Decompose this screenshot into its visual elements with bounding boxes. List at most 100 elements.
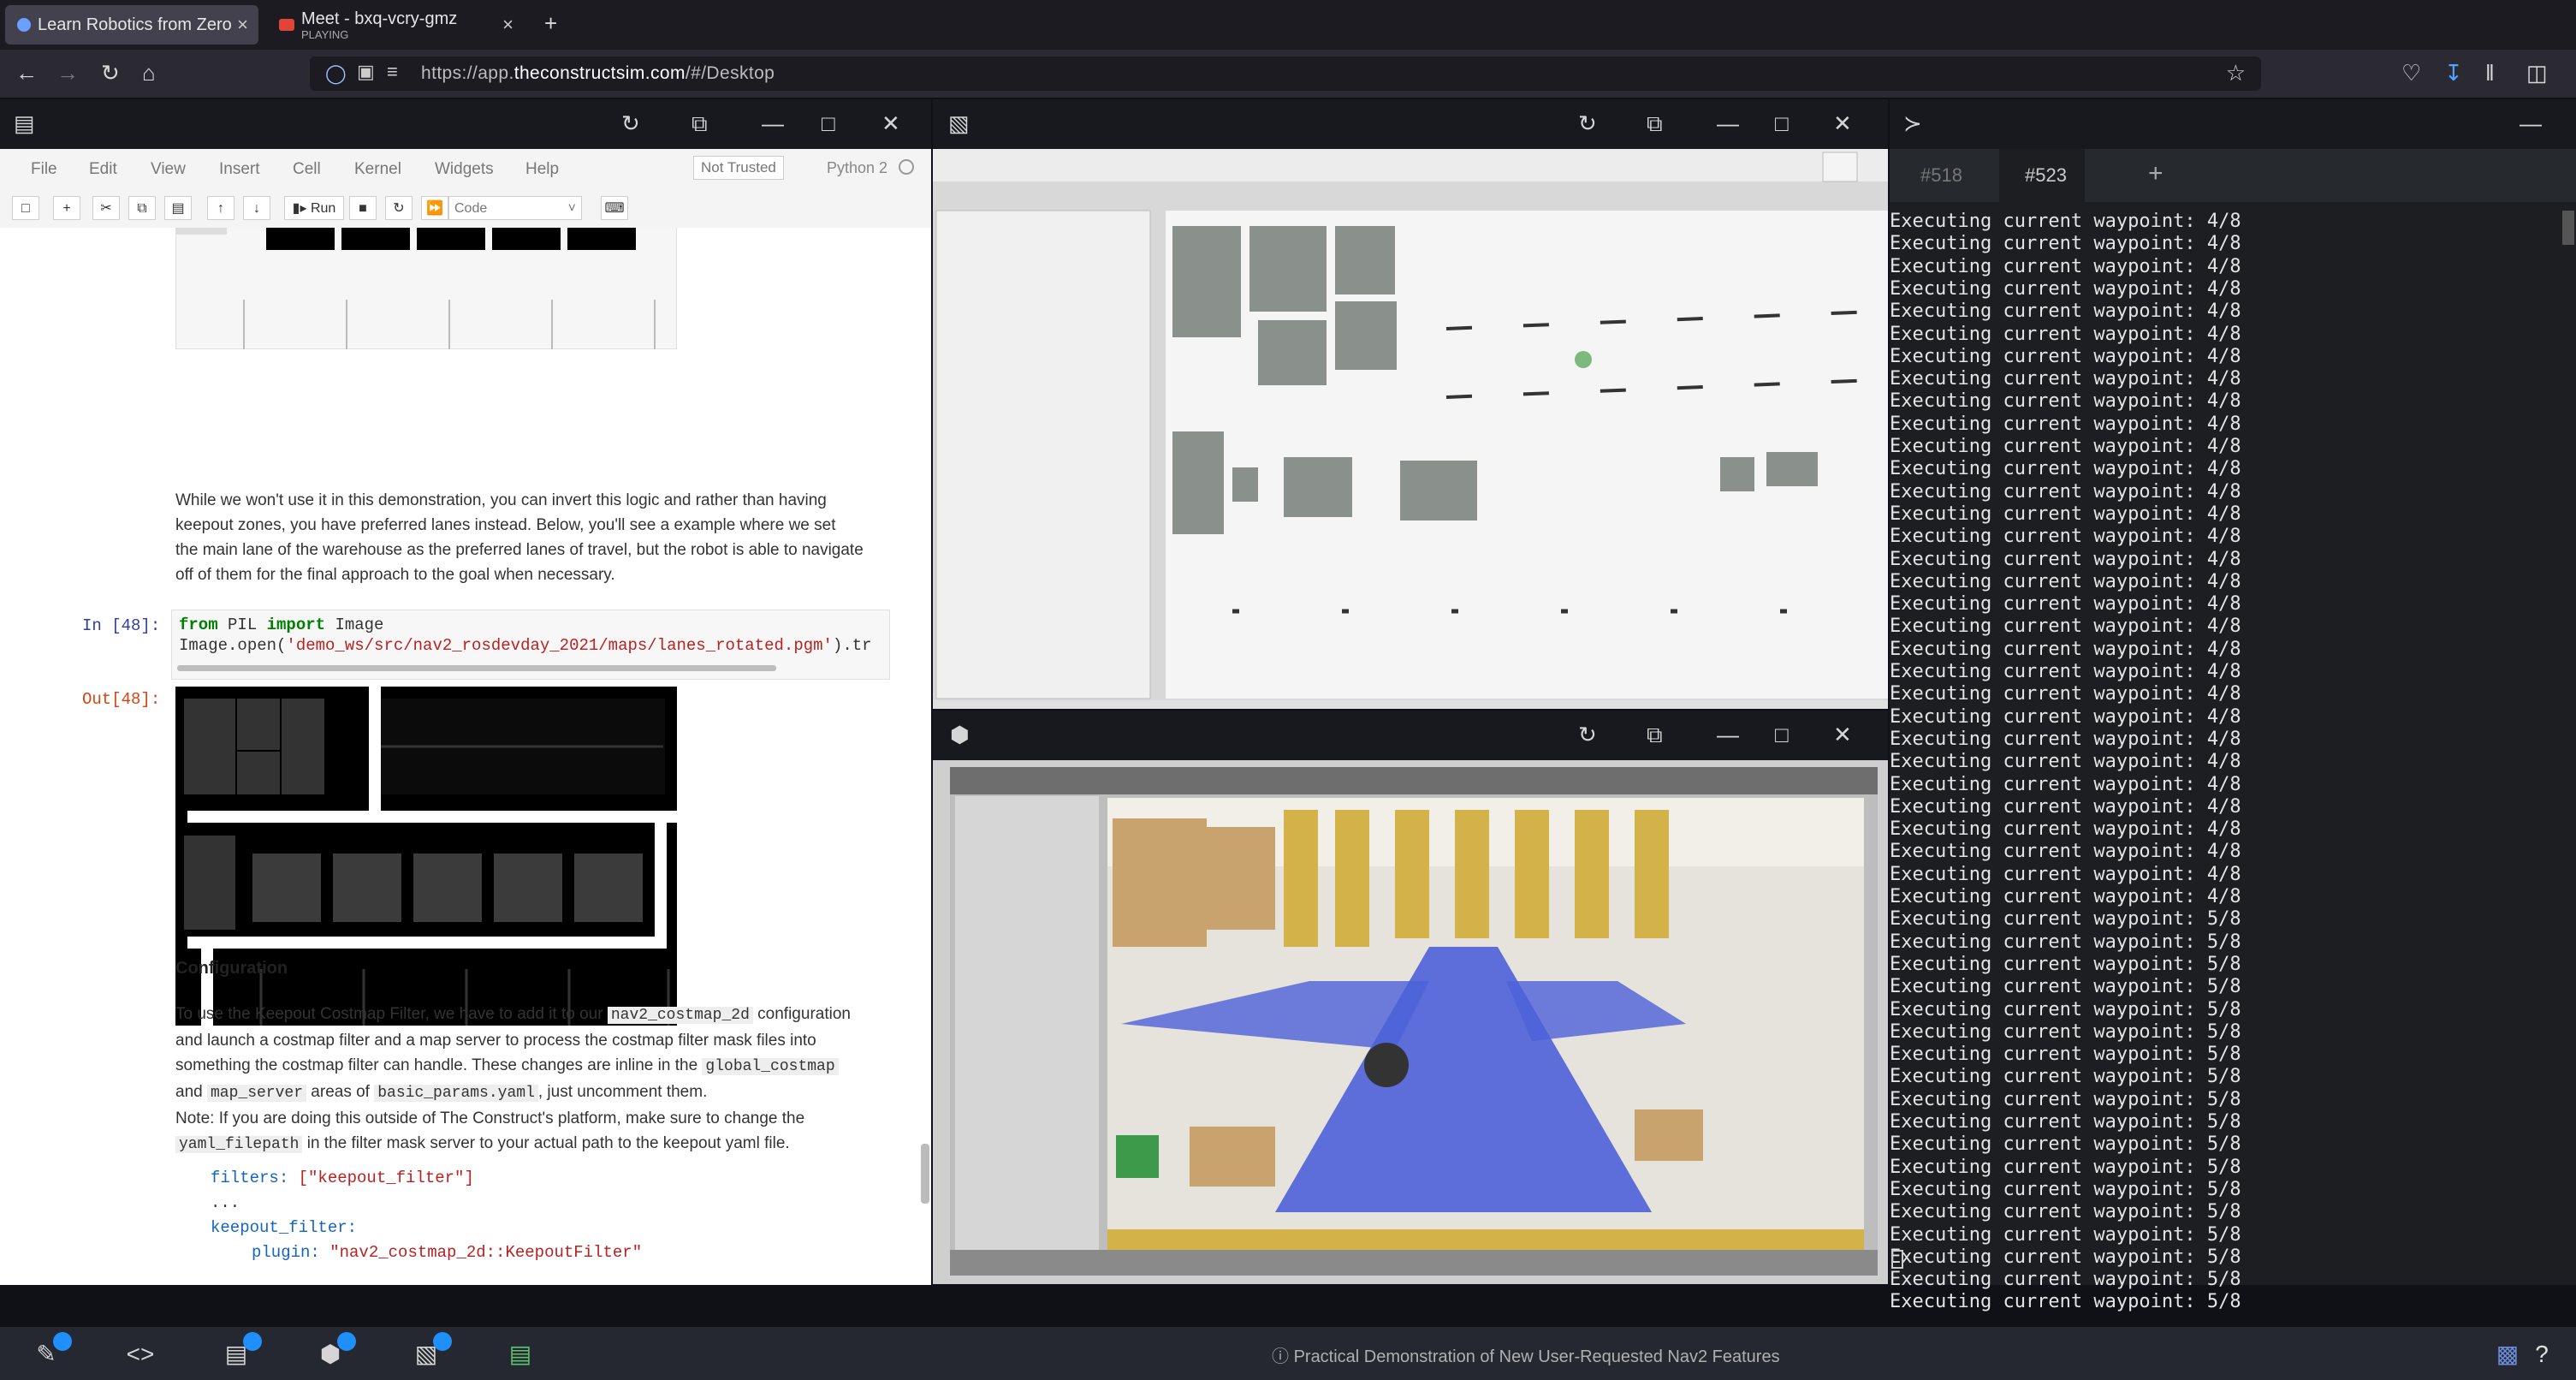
close-tab-icon[interactable]: × <box>502 14 513 36</box>
browser-nav-bar: ← → ↻ ⌂ ◯ ▣ ≡ https://app.theconstructsi… <box>0 50 2576 98</box>
library-icon[interactable]: ‖ <box>2485 60 2495 86</box>
tab-title: Learn Robotics from Zero <box>38 15 232 34</box>
menu-help[interactable]: Help <box>525 160 559 179</box>
terminal-line: Executing current waypoint: 4/8 <box>1890 616 2241 638</box>
move-down-icon[interactable]: ↓ <box>243 196 270 220</box>
move-up-icon[interactable]: ↑ <box>207 196 234 220</box>
menu-insert[interactable]: Insert <box>219 160 260 179</box>
shield-icon[interactable]: ◯ <box>325 62 347 85</box>
restart-icon[interactable]: ↻ <box>385 196 413 220</box>
detach-icon[interactable]: ⧉ <box>691 111 708 135</box>
cut-icon[interactable]: ✂ <box>92 196 120 220</box>
ide-icon[interactable]: ✎ <box>29 1332 72 1371</box>
notebook-taskbar-icon[interactable]: ▤ <box>219 1332 262 1371</box>
pocket-icon[interactable]: ♡ <box>2401 60 2421 86</box>
terminal-line: Executing current waypoint: 4/8 <box>1890 458 2241 480</box>
terminal-line: Executing current waypoint: 4/8 <box>1890 593 2241 616</box>
close-window-icon[interactable]: ✕ <box>1833 111 1852 135</box>
refresh-icon[interactable]: ↻ <box>1578 723 1597 747</box>
notebook-body: While we won't use it in this demonstrat… <box>0 228 931 1285</box>
terminal-line: Executing current waypoint: 4/8 <box>1890 886 2241 907</box>
input-prompt: In [48]: <box>82 616 161 635</box>
reload-icon[interactable]: ↻ <box>101 60 120 86</box>
menu-kernel[interactable]: Kernel <box>354 160 401 179</box>
status-text: Practical Demonstration of New User-Requ… <box>1293 1347 1780 1366</box>
new-tab-button[interactable]: + <box>544 10 557 36</box>
minimize-icon[interactable]: — <box>1717 723 1739 747</box>
terminal-line: Executing current waypoint: 5/8 <box>1890 953 2241 975</box>
menu-view[interactable]: View <box>151 160 186 179</box>
cell-type-select[interactable]: Code ˅ <box>448 196 582 220</box>
bookmark-star-icon[interactable]: ☆ <box>2226 60 2246 86</box>
back-icon[interactable]: ← <box>15 60 38 86</box>
terminal-scrollbar[interactable] <box>2562 211 2574 245</box>
home-icon[interactable]: ⌂ <box>142 60 156 86</box>
menu-cell[interactable]: Cell <box>293 160 321 179</box>
not-trusted-button[interactable]: Not Trusted <box>693 156 784 180</box>
terminal-tab-518[interactable]: #518 <box>1920 164 1962 187</box>
terminal-line: Executing current waypoint: 4/8 <box>1890 638 2241 660</box>
gazebo-taskbar-icon[interactable]: ⬢ <box>313 1332 356 1371</box>
add-cell-icon[interactable]: + <box>53 196 80 220</box>
paste-icon[interactable]: ▤ <box>164 196 192 220</box>
minimize-icon[interactable]: — <box>1717 111 1739 135</box>
notebook-scrollbar[interactable] <box>921 1144 929 1204</box>
terminal-tab-523[interactable]: #523 <box>2025 164 2067 187</box>
terminal-line: Executing current waypoint: 4/8 <box>1890 277 2241 300</box>
restart-run-all-icon[interactable]: ⏩ <box>421 196 448 220</box>
terminal-line: Executing current waypoint: 4/8 <box>1890 570 2241 592</box>
download-icon[interactable]: ↧ <box>2444 60 2463 86</box>
horizontal-scrollbar[interactable] <box>177 665 776 671</box>
terminal-line: Executing current waypoint: 5/8 <box>1890 1020 2241 1043</box>
url-text[interactable]: https://app.theconstructsim.com/#/Deskto… <box>421 63 775 84</box>
terminal-cursor[interactable] <box>1891 1250 1903 1269</box>
output-prompt: Out[48]: <box>82 690 161 709</box>
tab-meet[interactable]: Meet - bxq-vcry-gmz PLAYING × <box>267 5 524 45</box>
terminal-line: Executing current waypoint: 5/8 <box>1890 998 2241 1020</box>
stop-icon[interactable]: ■ <box>349 196 377 220</box>
code-cell[interactable]: from PIL import Image Image.open('demo_w… <box>171 610 890 680</box>
menu-widgets[interactable]: Widgets <box>435 160 494 179</box>
address-bar[interactable]: ◯ ▣ ≡ https://app.theconstructsim.com/#/… <box>310 57 2261 91</box>
cube-icon: ⬢ <box>950 722 970 747</box>
close-window-icon[interactable]: ✕ <box>1833 723 1852 747</box>
terminal-line: Executing current waypoint: 5/8 <box>1890 1201 2241 1223</box>
minimize-icon[interactable]: — <box>2520 111 2542 135</box>
gazebo-screen[interactable] <box>950 767 1878 1276</box>
terminal-line: Executing current waypoint: 5/8 <box>1890 1066 2241 1088</box>
code-editor-icon[interactable]: <> <box>123 1337 157 1371</box>
tab-playing-label: PLAYING <box>301 27 349 41</box>
menu-file[interactable]: File <box>31 160 57 179</box>
terminal-line: Executing current waypoint: 5/8 <box>1890 1133 2241 1156</box>
minimize-icon[interactable]: — <box>762 111 784 135</box>
rviz-screen[interactable] <box>933 149 1888 709</box>
save-icon[interactable]: □ <box>12 196 39 220</box>
maximize-icon[interactable]: □ <box>1775 723 1789 747</box>
jupyter-window-titlebar: ▤ ↻ ⧉ — □ ✕ <box>0 99 931 149</box>
graphical-tools-taskbar-icon[interactable]: ▧ <box>409 1332 452 1371</box>
maximize-icon[interactable]: □ <box>822 111 835 135</box>
detach-icon[interactable]: ⧉ <box>1647 723 1663 747</box>
run-button[interactable]: ▮▸ Run <box>284 196 344 220</box>
detach-icon[interactable]: ⧉ <box>1647 111 1663 135</box>
maximize-icon[interactable]: □ <box>1775 111 1789 135</box>
book-icon[interactable]: ▤ <box>503 1337 537 1371</box>
copy-icon[interactable]: ⧉ <box>128 196 156 220</box>
close-window-icon[interactable]: ✕ <box>881 111 900 135</box>
command-palette-icon[interactable]: ⌨ <box>601 196 628 220</box>
close-tab-icon[interactable]: × <box>237 14 248 36</box>
permissions-icon[interactable]: ≡ <box>387 61 398 83</box>
terminal-line: Executing current waypoint: 4/8 <box>1890 233 2241 255</box>
robot-favicon-icon <box>17 18 31 32</box>
refresh-icon[interactable]: ↻ <box>1578 111 1597 135</box>
add-terminal-tab-button[interactable]: + <box>2148 159 2163 188</box>
help-button[interactable]: ? <box>2525 1337 2559 1371</box>
refresh-icon[interactable]: ↻ <box>621 111 640 135</box>
menu-edit[interactable]: Edit <box>89 160 117 179</box>
tab-learn-robotics[interactable]: Learn Robotics from Zero × <box>5 5 258 45</box>
sidebar-icon[interactable]: ◫ <box>2526 60 2548 86</box>
terminal-line: Executing current waypoint: 4/8 <box>1890 503 2241 525</box>
terminal-line: Executing current waypoint: 4/8 <box>1890 661 2241 682</box>
terminal-line: Executing current waypoint: 5/8 <box>1890 1291 2241 1313</box>
forward-icon[interactable]: → <box>56 60 79 86</box>
